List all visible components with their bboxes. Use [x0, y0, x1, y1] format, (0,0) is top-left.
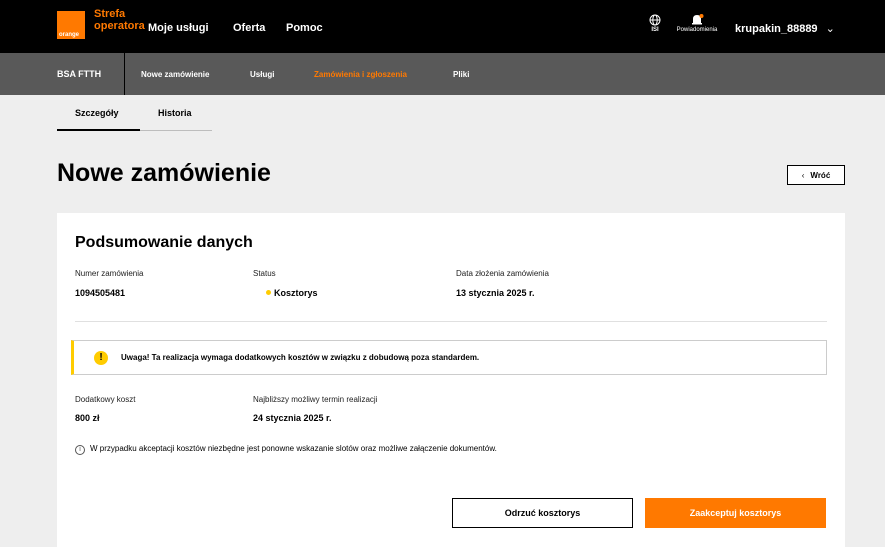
status-badge: Kosztorys: [266, 288, 318, 298]
status-dot-icon: [266, 290, 271, 295]
warning-banner: ! Uwaga! Ta realizacja wymaga dodatkowyc…: [71, 340, 827, 375]
info-icon: i: [75, 445, 85, 455]
brand-line-1: Strefa: [94, 8, 126, 20]
subnav-zamowienia-i-zgloszenia[interactable]: Zamówienia i zgłoszenia: [314, 70, 407, 79]
top-bar: orange Strefa operatora Moje usługi Ofer…: [0, 0, 885, 53]
info-text: W przypadku akceptacji kosztów niezbędne…: [90, 444, 497, 453]
nav-pomoc[interactable]: Pomoc: [286, 22, 323, 34]
extra-cost-label: Dodatkowy koszt: [75, 395, 136, 404]
back-button[interactable]: ‹ Wróć: [787, 165, 845, 185]
tab-historia[interactable]: Historia: [158, 108, 192, 118]
accept-estimate-button[interactable]: Zaakceptuj kosztorys: [645, 498, 826, 528]
back-label: Wróć: [810, 170, 831, 180]
notifications-label: Powiadomienia: [676, 27, 718, 33]
subnav-pliki[interactable]: Pliki: [453, 70, 469, 79]
notifications-button[interactable]: Powiadomienia: [672, 14, 722, 33]
info-note: i W przypadku akceptacji kosztów niezbędn…: [75, 444, 497, 455]
nav-moje-uslugi[interactable]: Moje usługi: [148, 22, 209, 34]
active-tab-indicator: [57, 129, 140, 131]
product-label[interactable]: BSA FTTH: [57, 69, 101, 79]
status-label: Status: [253, 269, 276, 278]
language-label: ISI: [651, 27, 659, 33]
chevron-left-icon: ‹: [801, 170, 805, 180]
user-menu[interactable]: krupakin_88889 ⌄: [735, 22, 835, 35]
warning-text: Uwaga! Ta realizacja wymaga dodatkowych …: [121, 353, 480, 362]
order-date-label: Data złożenia zamówienia: [456, 269, 549, 278]
detail-tabs: Szczegóły Historia: [57, 95, 212, 131]
orange-logo[interactable]: orange: [57, 11, 85, 39]
language-switcher[interactable]: ISI: [648, 14, 662, 33]
subnav-nowe-zamowienie[interactable]: Nowe zamówienie: [141, 70, 209, 79]
tab-szczegoly[interactable]: Szczegóły: [75, 108, 119, 118]
earliest-date-label: Najbliższy możliwy termin realizacji: [253, 395, 378, 404]
subnav-uslugi[interactable]: Usługi: [250, 70, 274, 79]
reject-estimate-button[interactable]: Odrzuć kosztorys: [452, 498, 633, 528]
brand-title: Strefa operatora: [94, 8, 145, 32]
brand-line-2: operatora: [94, 20, 145, 32]
order-number-value: 1094505481: [75, 288, 126, 298]
summary-card: Podsumowanie danych Numer zamówienia 109…: [57, 213, 845, 547]
exclamation-icon: !: [94, 351, 108, 365]
order-date-value: 13 stycznia 2025 r.: [456, 288, 535, 298]
summary-title: Podsumowanie danych: [75, 234, 253, 251]
earliest-date-value: 24 stycznia 2025 r.: [253, 413, 332, 423]
status-value: Kosztorys: [274, 288, 318, 298]
extra-cost-value: 800 zł: [75, 413, 100, 423]
page-title: Nowe zamówienie: [57, 159, 271, 187]
secondary-nav: BSA FTTH Nowe zamówienie Usługi Zamówien…: [0, 53, 885, 95]
divider: [124, 53, 125, 95]
bell-icon: [692, 14, 704, 25]
nav-oferta[interactable]: Oferta: [233, 22, 265, 34]
username: krupakin_88889: [735, 23, 818, 35]
logo-text: orange: [59, 32, 80, 38]
section-divider: [75, 321, 827, 322]
chevron-down-icon: ⌄: [825, 23, 835, 35]
order-number-label: Numer zamówienia: [75, 269, 144, 278]
globe-icon: [649, 14, 661, 26]
